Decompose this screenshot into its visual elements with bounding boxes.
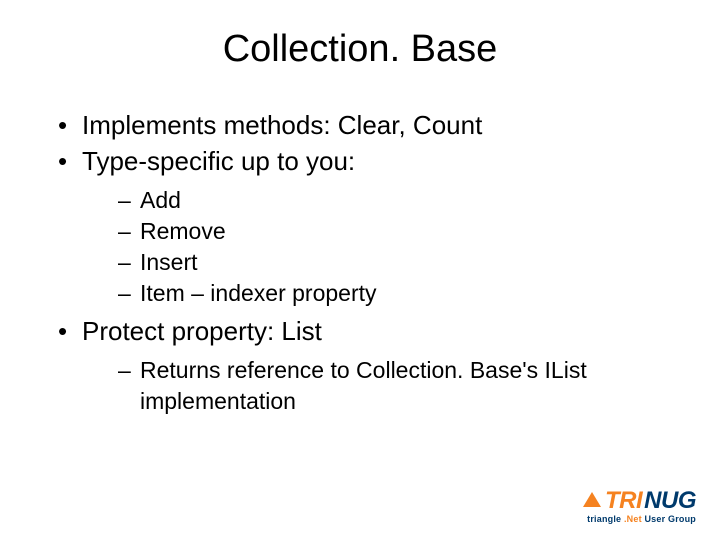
sub-bullet-item: Remove — [118, 216, 690, 247]
sub-bullet-item: Insert — [118, 247, 690, 278]
logo-text-nug: NUG — [644, 489, 696, 513]
slide-title: Collection. Base — [30, 28, 690, 71]
bullet-item: Type-specific up to you: Add Remove Inse… — [58, 145, 690, 309]
sub-bullet-text: Returns reference to Collection. Base's … — [140, 357, 587, 414]
logo-sub-pre: triangle — [587, 514, 621, 524]
logo-text-tri: TRI — [605, 489, 642, 513]
bullet-item: Protect property: List Returns reference… — [58, 315, 690, 417]
slide: Collection. Base Implements methods: Cle… — [0, 0, 720, 540]
logo-main: TRINUG — [583, 489, 696, 513]
bullet-text: Protect property: List — [82, 316, 322, 346]
sub-bullet-text: Remove — [140, 218, 226, 244]
triangle-icon — [583, 492, 601, 507]
bullet-item: Implements methods: Clear, Count — [58, 109, 690, 143]
bullet-text: Type-specific up to you: — [82, 146, 355, 176]
bullet-list: Implements methods: Clear, Count Type-sp… — [30, 109, 690, 417]
bullet-text: Implements methods: Clear, Count — [82, 110, 482, 140]
sub-bullet-text: Item – indexer property — [140, 280, 377, 306]
sub-bullet-text: Insert — [140, 249, 198, 275]
logo-sub-mid: .Net — [621, 514, 644, 524]
sub-bullet-item: Item – indexer property — [118, 278, 690, 309]
logo-sub-post: User Group — [644, 514, 696, 524]
sub-bullet-item: Add — [118, 185, 690, 216]
sub-bullet-list: Returns reference to Collection. Base's … — [82, 355, 690, 417]
sub-bullet-text: Add — [140, 187, 181, 213]
logo-subtitle: triangle .Net User Group — [583, 515, 696, 524]
sub-bullet-item: Returns reference to Collection. Base's … — [118, 355, 690, 417]
sub-bullet-list: Add Remove Insert Item – indexer propert… — [82, 185, 690, 309]
trinug-logo: TRINUG triangle .Net User Group — [583, 489, 696, 524]
